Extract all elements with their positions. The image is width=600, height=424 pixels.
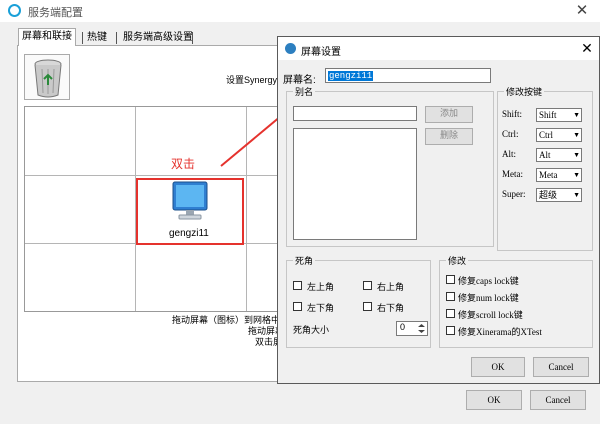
tab-separator: [192, 32, 193, 44]
main-close-icon[interactable]: ✕: [570, 1, 594, 21]
fix-xinerama-label: 修复Xinerama的XTest: [458, 327, 542, 337]
shift-label: Shift:: [502, 109, 523, 119]
fix-caps-lock-checkbox[interactable]: [446, 275, 455, 284]
screen-name-label: gengzi11: [169, 228, 209, 239]
synergy-app-icon: [8, 4, 21, 17]
alt-select[interactable]: Alt ▼: [536, 148, 582, 162]
top-left-checkbox[interactable]: [293, 281, 302, 290]
alt-select-value: Alt: [539, 150, 551, 160]
ctrl-select[interactable]: Ctrl ▼: [536, 128, 582, 142]
shift-select-value: Shift: [539, 110, 557, 120]
ctrl-select-value: Ctrl: [539, 130, 554, 140]
screen-name-value: gengzi11: [328, 71, 374, 81]
dialog-close-icon[interactable]: ✕: [576, 38, 598, 58]
bottom-right-label: 右下角: [377, 303, 405, 313]
alias-delete-button[interactable]: 删除: [425, 128, 473, 145]
top-right-label: 右上角: [377, 282, 405, 292]
ctrl-label: Ctrl:: [502, 129, 519, 139]
spin-arrows-icon[interactable]: [417, 323, 426, 334]
aliases-title: 别名: [293, 85, 316, 98]
tab-separator: [82, 32, 83, 44]
fixes-title: 修改: [446, 254, 469, 267]
meta-label: Meta:: [502, 169, 523, 179]
double-click-annotation: 双击: [171, 157, 196, 171]
bottom-left-checkbox[interactable]: [293, 302, 302, 311]
dialog-cancel-button[interactable]: Cancel: [533, 357, 589, 377]
alias-add-button[interactable]: 添加: [425, 106, 473, 123]
modifier-keys-title: 修改按键: [504, 85, 545, 98]
chevron-down-icon: ▼: [573, 131, 580, 139]
alias-list[interactable]: [293, 128, 417, 240]
corner-size-value: 0: [400, 322, 406, 332]
monitor-icon[interactable]: [172, 181, 208, 228]
chevron-down-icon: ▼: [573, 111, 580, 119]
tab-screens-links[interactable]: 屏幕和联接: [18, 28, 76, 46]
modifier-keys-group: 修改按键 Shift: Shift ▼ Ctrl: Ctrl ▼ Alt: Alt ▼…: [497, 85, 593, 251]
meta-select-value: Meta: [539, 170, 558, 180]
fix-scroll-lock-label: 修复scroll lock键: [458, 310, 523, 320]
dialog-app-icon: [285, 43, 296, 54]
aliases-group: 别名 添加 删除: [286, 85, 494, 247]
top-right-checkbox[interactable]: [363, 281, 372, 290]
fix-scroll-lock-checkbox[interactable]: [446, 309, 455, 318]
super-select-value: 超级: [539, 190, 558, 200]
tab-hotkeys[interactable]: 热键: [84, 30, 110, 46]
bottom-right-checkbox[interactable]: [363, 302, 372, 311]
super-label: Super:: [502, 189, 526, 199]
shift-select[interactable]: Shift ▼: [536, 108, 582, 122]
fix-num-lock-checkbox[interactable]: [446, 292, 455, 301]
top-left-label: 左上角: [307, 282, 335, 292]
screen-settings-dialog: 屏幕设置 ✕ 屏幕名: gengzi11 别名 添加 删除 修改按键 Shift…: [277, 36, 600, 384]
fix-num-lock-label: 修复num lock键: [458, 293, 519, 303]
chevron-down-icon: ▼: [573, 191, 580, 199]
fixes-group: 修改 修复caps lock键 修复num lock键 修复scroll loc…: [439, 254, 593, 348]
tab-advanced-settings[interactable]: 服务端高级设置: [120, 30, 196, 46]
chevron-down-icon: ▼: [573, 151, 580, 159]
bottom-left-label: 左下角: [307, 303, 335, 313]
fix-xinerama-checkbox[interactable]: [446, 326, 455, 335]
screen-name-input[interactable]: gengzi11: [325, 68, 491, 83]
main-title-bar: [0, 0, 600, 22]
corner-size-spinbox[interactable]: 0: [396, 321, 428, 336]
main-cancel-button[interactable]: Cancel: [530, 390, 586, 410]
dialog-ok-button[interactable]: OK: [471, 357, 525, 377]
corner-size-label: 死角大小: [293, 325, 330, 335]
screen-name-field-label: 屏幕名:: [283, 75, 316, 86]
dialog-title: 屏幕设置: [301, 47, 341, 58]
chevron-down-icon: ▼: [573, 171, 580, 179]
main-ok-button[interactable]: OK: [466, 390, 522, 410]
trash-icon[interactable]: [24, 54, 70, 100]
fix-caps-lock-label: 修复caps lock键: [458, 276, 519, 286]
main-window-title: 服务端配置: [28, 7, 83, 19]
meta-select[interactable]: Meta ▼: [536, 168, 582, 182]
tab-separator: [116, 32, 117, 44]
dead-corners-title: 死角: [293, 254, 316, 267]
alt-label: Alt:: [502, 149, 517, 159]
super-select[interactable]: 超级 ▼: [536, 188, 582, 202]
alias-input[interactable]: [293, 106, 417, 121]
